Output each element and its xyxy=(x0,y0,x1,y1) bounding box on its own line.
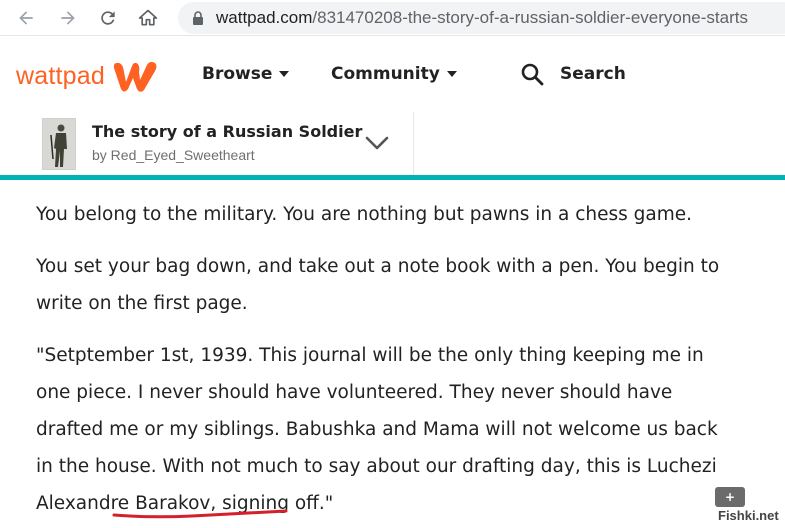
story-text: You belong to the military. You are noth… xyxy=(36,196,736,528)
reading-progress-line xyxy=(0,175,785,180)
lock-icon xyxy=(193,11,203,25)
reload-icon[interactable] xyxy=(96,6,120,30)
logo-text: wattpad xyxy=(16,61,105,90)
chevron-down-icon[interactable] xyxy=(364,134,390,152)
expand-button[interactable]: + xyxy=(715,487,745,507)
caret-down-icon xyxy=(279,71,290,77)
story-title[interactable]: The story of a Russian Soldier xyxy=(92,122,362,141)
red-underline-annotation xyxy=(112,509,288,519)
browse-menu[interactable]: Browse xyxy=(202,64,290,84)
search-icon xyxy=(521,63,544,86)
search-button[interactable]: Search xyxy=(520,62,626,86)
community-menu[interactable]: Community xyxy=(331,64,457,84)
story-author[interactable]: by Red_Eyed_Sweetheart xyxy=(92,147,255,163)
story-info-bar: The story of a Russian Soldier by Red_Ey… xyxy=(0,112,785,176)
watermark: Fishki.net xyxy=(718,508,779,523)
wattpad-logo[interactable]: wattpad xyxy=(16,56,159,96)
browse-label: Browse xyxy=(202,64,273,84)
story-paragraph: You belong to the military. You are noth… xyxy=(36,204,693,225)
home-icon[interactable] xyxy=(136,6,160,30)
forward-icon[interactable] xyxy=(56,6,80,30)
soldier-figure-icon xyxy=(43,119,75,169)
logo-w-icon xyxy=(113,61,157,92)
search-label: Search xyxy=(560,64,626,84)
url-host: wattpad.com xyxy=(216,8,313,27)
story-paragraph: You set your bag down, and take out a no… xyxy=(36,256,720,314)
caret-down-icon xyxy=(446,71,457,77)
back-icon[interactable] xyxy=(14,6,38,30)
story-paragraph: "Setptember 1st, 1939. This journal will… xyxy=(36,345,718,514)
story-cover-image[interactable] xyxy=(42,118,76,170)
community-label: Community xyxy=(331,64,440,84)
url-text: wattpad.com/831470208-the-story-of-a-rus… xyxy=(216,8,748,28)
url-path: /831470208-the-story-of-a-russian-soldie… xyxy=(312,8,748,27)
browser-toolbar: wattpad.com/831470208-the-story-of-a-rus… xyxy=(0,0,785,36)
divider xyxy=(413,112,414,176)
address-bar[interactable]: wattpad.com/831470208-the-story-of-a-rus… xyxy=(178,2,785,34)
site-header: wattpad Browse Community Search xyxy=(0,36,785,112)
